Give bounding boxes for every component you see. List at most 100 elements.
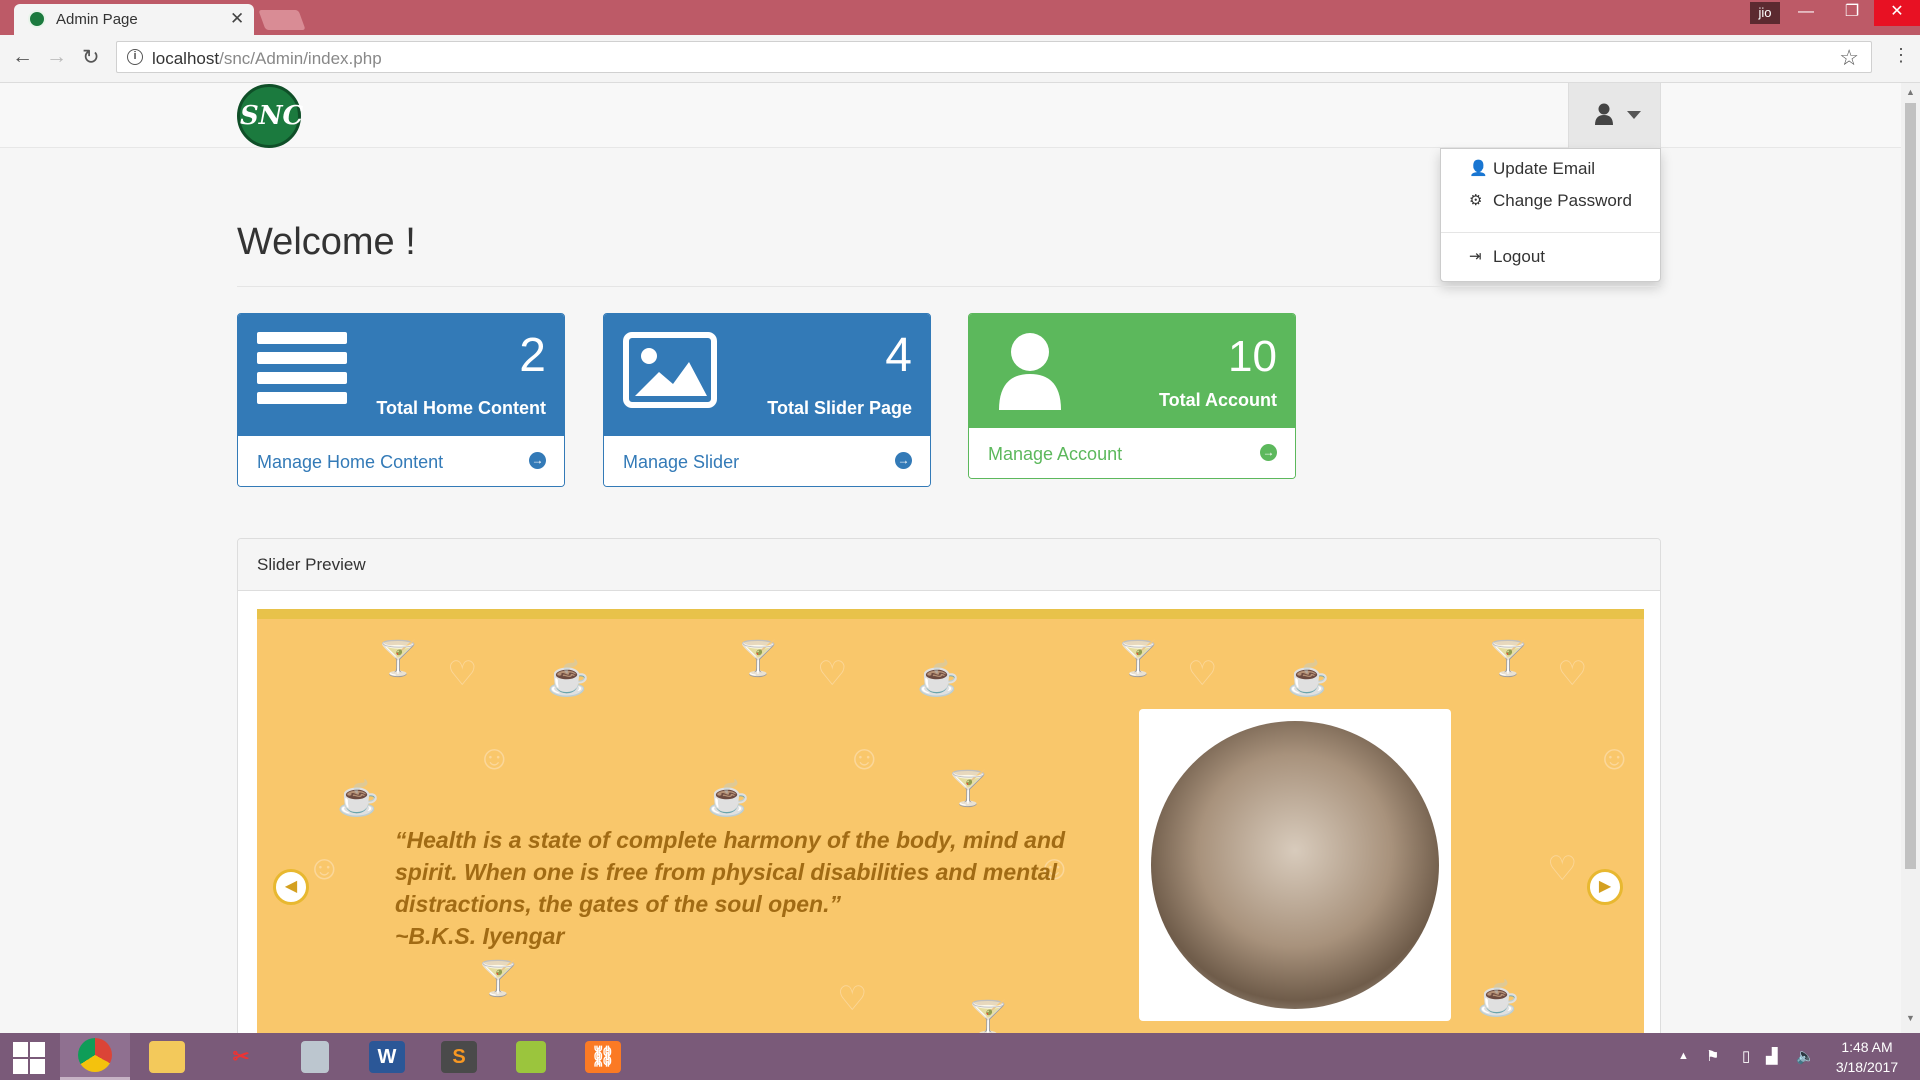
- user-dropdown-menu: 👤 Update Email ⚙ Change Password ⇥ Logou…: [1440, 148, 1661, 282]
- minimize-button[interactable]: —: [1783, 0, 1829, 26]
- smiley-icon: ☺: [847, 739, 882, 777]
- scroll-up-icon[interactable]: ▲: [1906, 87, 1915, 97]
- start-button[interactable]: [0, 1033, 58, 1080]
- heart-icon: ♡: [1557, 655, 1588, 693]
- menu-item-logout[interactable]: ⇥ Logout: [1441, 242, 1660, 272]
- cocktail-icon: 🍸: [737, 640, 780, 678]
- address-toolbar: ← → ↻ i localhost/snc/Admin/index.php ☆ …: [0, 35, 1920, 83]
- manage-account-link[interactable]: Manage Account →: [969, 428, 1295, 478]
- teapot-icon: ☕: [547, 660, 590, 698]
- panel-heading: Slider Preview: [238, 539, 1660, 591]
- word-icon: W: [369, 1040, 405, 1073]
- slider-photo: [1139, 709, 1451, 1021]
- browser-menu-icon[interactable]: ⋮: [1892, 45, 1910, 66]
- reload-icon[interactable]: ↻: [82, 45, 100, 70]
- taskbar-file-explorer[interactable]: [132, 1033, 202, 1080]
- taskbar-xampp[interactable]: ⛓: [568, 1033, 638, 1080]
- scrollbar-thumb[interactable]: [1905, 103, 1916, 869]
- heart-icon: ♡: [817, 655, 848, 693]
- slider-next-button[interactable]: ▶: [1587, 869, 1623, 905]
- network-icon[interactable]: ▟: [1766, 1047, 1778, 1065]
- heart-icon: ♡: [837, 980, 868, 1018]
- cocktail-icon: 🍸: [1487, 640, 1530, 678]
- slider-prev-button[interactable]: ◀: [273, 869, 309, 905]
- scroll-down-icon[interactable]: ▼: [1906, 1013, 1915, 1023]
- tab-title: Admin Page: [56, 11, 138, 28]
- windows-logo-icon: [13, 1042, 28, 1057]
- taskbar-chrome[interactable]: [60, 1033, 130, 1080]
- home-content-label: Total Home Content: [376, 398, 546, 418]
- title-divider: [237, 286, 1661, 287]
- user-icon: [1595, 103, 1613, 125]
- cocktail-icon: 🍸: [947, 770, 990, 808]
- windows-taskbar: ✂ W S ⛓ ▲ ⚑ ▯ ▟ 🔈 1:48 AM 3/18/2017: [0, 1033, 1920, 1080]
- maximize-button[interactable]: ❐: [1829, 0, 1875, 26]
- user-menu-toggle[interactable]: [1568, 83, 1661, 148]
- taskbar-calculator[interactable]: [280, 1033, 350, 1080]
- manage-home-content-link[interactable]: Manage Home Content →: [238, 436, 564, 486]
- tray-expand-icon[interactable]: ▲: [1678, 1050, 1689, 1062]
- arrow-right-circle-icon: →: [895, 452, 912, 469]
- page-viewport: SNC 👤 Update Email ⚙ Change Password ⇥ L…: [0, 83, 1901, 1033]
- volume-icon[interactable]: 🔈: [1796, 1047, 1815, 1065]
- manage-slider-link[interactable]: Manage Slider →: [604, 436, 930, 486]
- clock-date: 3/18/2017: [1835, 1059, 1899, 1075]
- card-header: 2 Total Home Content: [238, 314, 564, 436]
- page-title: Welcome !: [237, 221, 416, 263]
- top-navbar: SNC 👤 Update Email ⚙ Change Password ⇥ L…: [0, 83, 1901, 282]
- new-tab-button[interactable]: [258, 10, 306, 30]
- tab-close-icon[interactable]: ✕: [230, 9, 244, 29]
- taskbar-sublime[interactable]: S: [424, 1033, 494, 1080]
- back-icon[interactable]: ←: [12, 45, 33, 69]
- teapot-icon: ☕: [707, 780, 750, 818]
- browser-titlebar: Admin Page ✕ jio — ❐ ✕: [0, 0, 1920, 35]
- url-text[interactable]: localhost/snc/Admin/index.php: [152, 49, 382, 69]
- browser-tab[interactable]: Admin Page ✕: [14, 4, 254, 35]
- scissors-icon: ✂: [232, 1045, 250, 1068]
- list-icon: [257, 332, 347, 404]
- device-icon[interactable]: ▯: [1742, 1047, 1750, 1065]
- heart-icon: ♡: [447, 655, 478, 693]
- account-label: Total Account: [1159, 390, 1277, 410]
- teapot-icon: ☕: [337, 780, 380, 818]
- menu-item-update-email[interactable]: 👤 Update Email: [1441, 154, 1660, 184]
- forward-icon[interactable]: →: [46, 45, 67, 69]
- clock-time: 1:48 AM: [1841, 1039, 1893, 1055]
- taskbar-word[interactable]: W: [352, 1033, 422, 1080]
- image-icon: [623, 332, 717, 408]
- teapot-icon: ☕: [1477, 980, 1520, 1018]
- windows-logo-icon-part: [30, 1042, 45, 1057]
- slider-preview-panel: Slider Preview 🍸 ♡ ☕ 🍸 ♡ ☕ 🍸 ♡ ☕ 🍸 ♡ ☺ ☺…: [237, 538, 1661, 1033]
- quote-text: “Health is a state of complete harmony o…: [395, 827, 1066, 917]
- favicon-icon: [28, 10, 46, 28]
- taskbar-notepad-plus[interactable]: [496, 1033, 566, 1080]
- smiley-icon: ☺: [1597, 739, 1632, 777]
- close-window-button[interactable]: ✕: [1874, 0, 1920, 26]
- menu-item-change-password[interactable]: ⚙ Change Password: [1441, 186, 1660, 216]
- folder-icon: [149, 1040, 185, 1073]
- slider-count: 4: [885, 329, 912, 382]
- page-scrollbar[interactable]: ▲ ▼: [1901, 83, 1920, 1033]
- notepad-plus-icon: [516, 1040, 546, 1073]
- profile-badge[interactable]: jio: [1750, 2, 1780, 24]
- heart-icon: ♡: [1547, 850, 1578, 888]
- slider-label: Total Slider Page: [767, 398, 912, 418]
- card-header: 4 Total Slider Page: [604, 314, 930, 436]
- teapot-icon: ☕: [917, 660, 960, 698]
- sublime-icon: S: [441, 1040, 477, 1073]
- user-icon: 👤: [1469, 160, 1488, 177]
- smiley-icon: ☺: [307, 849, 342, 887]
- site-info-icon[interactable]: i: [127, 49, 143, 65]
- card-header: 10 Total Account: [969, 314, 1295, 428]
- bookmark-star-icon[interactable]: ☆: [1839, 45, 1859, 71]
- taskbar-snipping-tool[interactable]: ✂: [206, 1033, 276, 1080]
- address-bar[interactable]: i localhost/snc/Admin/index.php ☆: [116, 41, 1872, 73]
- card-slider: 4 Total Slider Page Manage Slider →: [603, 313, 931, 487]
- portrait-image: [1151, 721, 1439, 1009]
- slider-carousel: 🍸 ♡ ☕ 🍸 ♡ ☕ 🍸 ♡ ☕ 🍸 ♡ ☺ ☺ ☺ ☕ ☕ 🍸 ☺ ♡ ☺ …: [257, 609, 1644, 1033]
- site-logo[interactable]: SNC: [237, 84, 303, 148]
- windows-logo-icon-part: [13, 1059, 28, 1074]
- action-center-flag-icon[interactable]: ⚑: [1706, 1047, 1719, 1065]
- calculator-icon: [301, 1040, 329, 1073]
- system-clock[interactable]: 1:48 AM 3/18/2017: [1822, 1037, 1912, 1077]
